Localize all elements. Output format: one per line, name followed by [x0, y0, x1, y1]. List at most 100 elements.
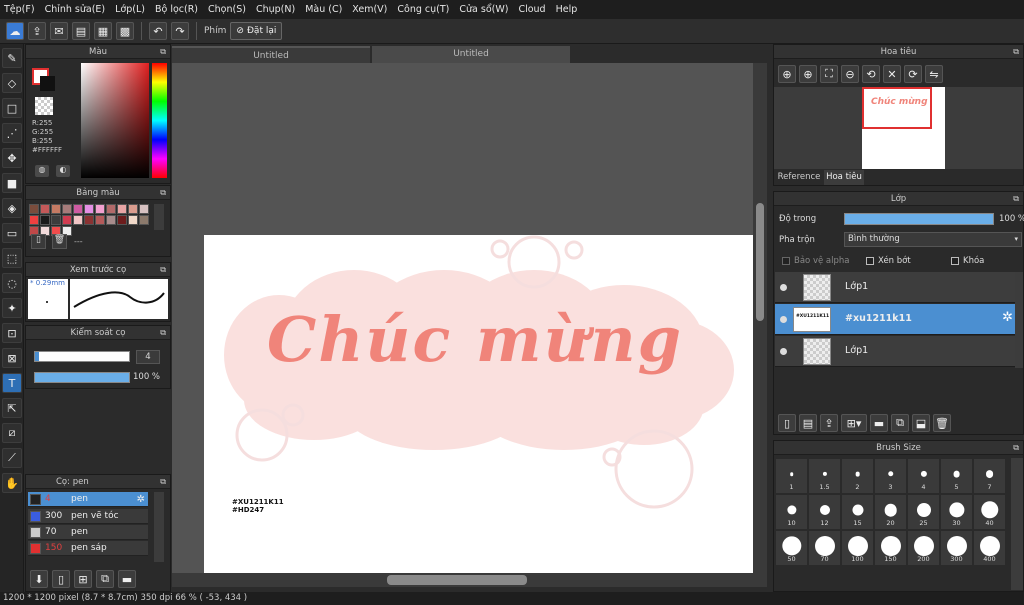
brush-size-cell[interactable]: 25	[908, 495, 939, 529]
brush-item[interactable]: 70 pen	[28, 525, 148, 540]
zoom-out-icon[interactable]: ⊖	[841, 65, 859, 83]
cloud-icon[interactable]: ☁	[6, 22, 24, 40]
popout-icon[interactable]: ⧉	[1013, 441, 1019, 455]
divide-tool-icon[interactable]: ⧄	[2, 423, 22, 443]
delete-layer-icon[interactable]: 🗑	[933, 414, 951, 432]
menu-edit[interactable]: Chỉnh sửa(E)	[45, 4, 106, 15]
menu-file[interactable]: Tệp(F)	[4, 4, 35, 15]
brush-size-cell[interactable]: 40	[974, 495, 1005, 529]
layer-row[interactable]: Lớp1	[775, 272, 1015, 303]
brush-size-cell[interactable]: 200	[908, 531, 939, 565]
menu-window[interactable]: Cửa sổ(W)	[459, 4, 508, 15]
zoom-icon[interactable]: ⊕	[778, 65, 796, 83]
menu-view[interactable]: Xem(V)	[352, 4, 387, 15]
canvas-vertical-scrollbar[interactable]	[753, 63, 767, 573]
menu-color[interactable]: Màu (C)	[305, 4, 342, 15]
canvas-horizontal-scrollbar[interactable]	[172, 573, 767, 587]
brush-size-cell[interactable]: 100	[842, 531, 873, 565]
brush-size-input[interactable]: 4	[136, 350, 160, 364]
visibility-icon[interactable]	[780, 316, 787, 323]
gear-icon[interactable]: ✲	[137, 492, 145, 507]
popout-icon[interactable]: ⧉	[160, 45, 166, 59]
select-pen-icon[interactable]: ⊡	[2, 323, 22, 343]
brush-size-cell[interactable]: 400	[974, 531, 1005, 565]
layout-icon[interactable]: ▦	[94, 22, 112, 40]
protect-alpha-checkbox[interactable]: Bảo vệ alpha	[782, 256, 849, 266]
brush-item[interactable]: 150 pen sáp	[28, 541, 148, 556]
brush-size-cell[interactable]: 5	[941, 459, 972, 493]
fit-icon[interactable]: ⛶	[820, 65, 838, 83]
palette-swatch[interactable]	[117, 215, 127, 225]
lasso-icon[interactable]: ◌	[2, 273, 22, 293]
palette-swatch[interactable]	[29, 215, 39, 225]
new-layer-icon[interactable]: ▯	[778, 414, 796, 432]
text-tool-icon[interactable]: T	[2, 373, 22, 393]
new-brush-icon[interactable]: ▯	[52, 570, 70, 588]
brush-size-scrollbar[interactable]	[1011, 458, 1023, 590]
hand-tool-icon[interactable]: ✋	[2, 473, 22, 493]
layers-scrollbar[interactable]	[1015, 272, 1023, 368]
brush-size-slider[interactable]	[34, 351, 130, 362]
grid-icon[interactable]: ▩	[116, 22, 134, 40]
visibility-icon[interactable]	[780, 284, 787, 291]
palette-swatch[interactable]	[128, 215, 138, 225]
palette-scrollbar[interactable]	[154, 204, 164, 230]
tab-untitled-2[interactable]: Untitled	[372, 46, 570, 63]
palette-swatch[interactable]	[29, 204, 39, 214]
color-wheel-icon[interactable]: ◍	[35, 165, 49, 177]
brush-size-cell[interactable]: 4	[908, 459, 939, 493]
operation-tool-icon[interactable]: ⇱	[2, 398, 22, 418]
reset-view-icon[interactable]: ✕	[883, 65, 901, 83]
palette-swatch[interactable]	[73, 215, 83, 225]
brush-size-cell[interactable]: 20	[875, 495, 906, 529]
brush-size-cell[interactable]: 15	[842, 495, 873, 529]
popout-icon[interactable]: ⧉	[1013, 45, 1019, 59]
brush-size-cell[interactable]: 1	[776, 459, 807, 493]
palette-swatch[interactable]	[106, 204, 116, 214]
brush-item[interactable]: 300 pen vẽ tóc	[28, 509, 148, 524]
brush-size-cell[interactable]: 7	[974, 459, 1005, 493]
layer-opacity-slider[interactable]	[844, 213, 994, 225]
undo-icon[interactable]: ↶	[149, 22, 167, 40]
palette-swatch[interactable]	[51, 204, 61, 214]
tab-reference[interactable]: Reference	[775, 170, 823, 184]
palette-swatch[interactable]	[128, 204, 138, 214]
rotate-left-icon[interactable]: ⟲	[862, 65, 880, 83]
palette-swatch[interactable]	[95, 215, 105, 225]
rotate-right-icon[interactable]: ⟳	[904, 65, 922, 83]
menu-layer[interactable]: Lớp(L)	[115, 4, 145, 15]
add-layer-dropdown-icon[interactable]: ⊞▾	[841, 414, 867, 432]
brush-size-cell[interactable]: 12	[809, 495, 840, 529]
popout-icon[interactable]: ⧉	[160, 186, 166, 200]
popout-icon[interactable]: ⧉	[160, 263, 166, 277]
brush-size-cell[interactable]: 50	[776, 531, 807, 565]
palette-swatch[interactable]	[40, 215, 50, 225]
vertical-scroll-thumb[interactable]	[756, 203, 764, 321]
new-palette-icon[interactable]: ▯	[31, 234, 46, 249]
palette-swatch[interactable]	[84, 204, 94, 214]
menu-filter[interactable]: Bộ lọc(R)	[155, 4, 198, 15]
flip-icon[interactable]: ⇋	[925, 65, 943, 83]
palette-swatch[interactable]	[84, 215, 94, 225]
select-rect-icon[interactable]: ⬚	[2, 248, 22, 268]
palette-swatch[interactable]	[95, 204, 105, 214]
redo-icon[interactable]: ↷	[171, 22, 189, 40]
transparent-swatch[interactable]	[35, 97, 53, 115]
folder-icon[interactable]: ▬	[870, 414, 888, 432]
layer-row[interactable]: Lớp1	[775, 336, 1015, 367]
brush-tool-icon[interactable]: ✎	[2, 48, 22, 68]
clipping-checkbox[interactable]: Xén bớt	[866, 256, 911, 266]
menu-select[interactable]: Chọn(S)	[208, 4, 246, 15]
note-icon[interactable]: ▤	[72, 22, 90, 40]
hue-slider[interactable]	[152, 63, 167, 178]
comment-icon[interactable]: ✉	[50, 22, 68, 40]
new-raster-layer-icon[interactable]: ▤	[799, 414, 817, 432]
brush-size-cell[interactable]: 2	[842, 459, 873, 493]
import-layer-icon[interactable]: ⇪	[820, 414, 838, 432]
bucket-tool-icon[interactable]: ◈	[2, 198, 22, 218]
popout-icon[interactable]: ⧉	[1013, 192, 1019, 206]
eraser-tool-icon[interactable]: ◇	[2, 73, 22, 93]
export-icon[interactable]: ⇪	[28, 22, 46, 40]
tab-untitled-1[interactable]: Untitled	[172, 46, 370, 63]
brush-item[interactable]: 4 pen ✲	[28, 492, 148, 507]
